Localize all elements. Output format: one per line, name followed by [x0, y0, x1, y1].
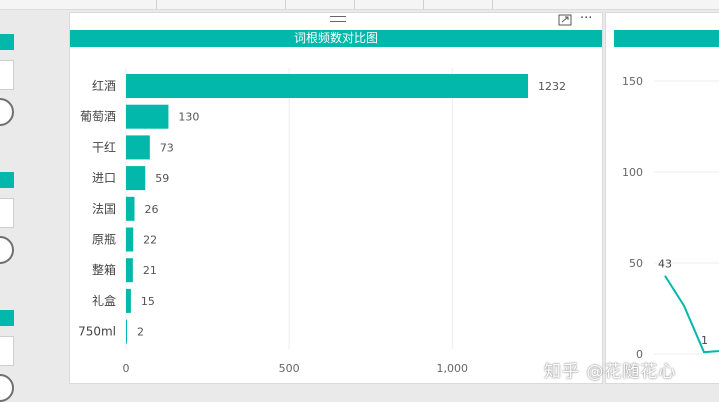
bar-chart-visual[interactable]: ··· 词根频数对比图 0 500 1,000 红酒 1232 葡萄酒 130 干红 73 进口 5… — [69, 11, 603, 384]
data-label: 59 — [155, 172, 169, 185]
y-tick-label: 100 — [622, 166, 643, 179]
line-chart-plot: 050100150431 — [622, 75, 719, 361]
slicer-input[interactable] — [0, 336, 14, 366]
bar — [126, 288, 131, 313]
category-label: 整箱 — [92, 262, 116, 277]
data-label: 15 — [141, 295, 155, 308]
category-label: 原瓶 — [92, 233, 116, 247]
point-label: 43 — [658, 258, 672, 271]
bar — [126, 227, 134, 252]
header-tab[interactable] — [40, 0, 157, 9]
x-tick-label: 0 — [123, 362, 130, 375]
bar-chart-plot: 0 500 1,000 红酒 1232 葡萄酒 130 干红 73 进口 59 法国 26 原瓶 22 整箱 2… — [78, 68, 566, 375]
header-tab[interactable] — [286, 0, 355, 9]
slicer-input[interactable] — [0, 60, 14, 90]
bar — [126, 104, 169, 129]
data-label: 21 — [143, 264, 157, 277]
line-chart-visual[interactable]: 0 50 100 150 43 1 — [605, 12, 719, 384]
data-label: 26 — [144, 203, 158, 216]
category-label: 葡萄酒 — [80, 110, 116, 124]
slicer-input[interactable] — [0, 198, 14, 228]
slicer-header — [0, 34, 14, 50]
category-label: 进口 — [92, 171, 116, 185]
y-tick-label: 150 — [622, 75, 643, 88]
slicer-radio[interactable] — [0, 374, 14, 402]
header-tab[interactable] — [355, 0, 424, 9]
point-label: 1 — [701, 334, 708, 347]
category-label: 法国 — [92, 202, 116, 216]
slicer-radio[interactable] — [0, 236, 14, 264]
data-label: 73 — [160, 141, 174, 154]
category-label: 红酒 — [92, 78, 116, 93]
top-header-strip — [0, 0, 719, 10]
category-label: 礼盒 — [92, 293, 116, 308]
y-tick-label: 50 — [629, 257, 643, 270]
bar — [126, 258, 133, 283]
bar — [126, 166, 146, 191]
category-label: 750ml — [78, 325, 116, 339]
category-label: 干红 — [92, 139, 116, 154]
x-tick-label: 1,000 — [437, 362, 469, 375]
slicer-radio[interactable] — [0, 98, 14, 126]
data-label: 22 — [143, 234, 157, 247]
bar — [126, 135, 150, 160]
data-label: 2 — [137, 326, 144, 339]
data-label: 130 — [178, 111, 199, 124]
header-tab[interactable] — [157, 0, 286, 9]
series-line — [664, 275, 719, 354]
x-tick-label: 500 — [279, 362, 300, 375]
bar — [126, 74, 528, 98]
watermark: 知乎 @花随花心 — [544, 362, 677, 382]
slicer-header — [0, 172, 14, 188]
bar — [126, 196, 135, 221]
data-label: 1232 — [538, 80, 566, 93]
bar — [126, 319, 127, 344]
slicer-header — [0, 310, 14, 326]
header-tab[interactable] — [424, 0, 493, 9]
